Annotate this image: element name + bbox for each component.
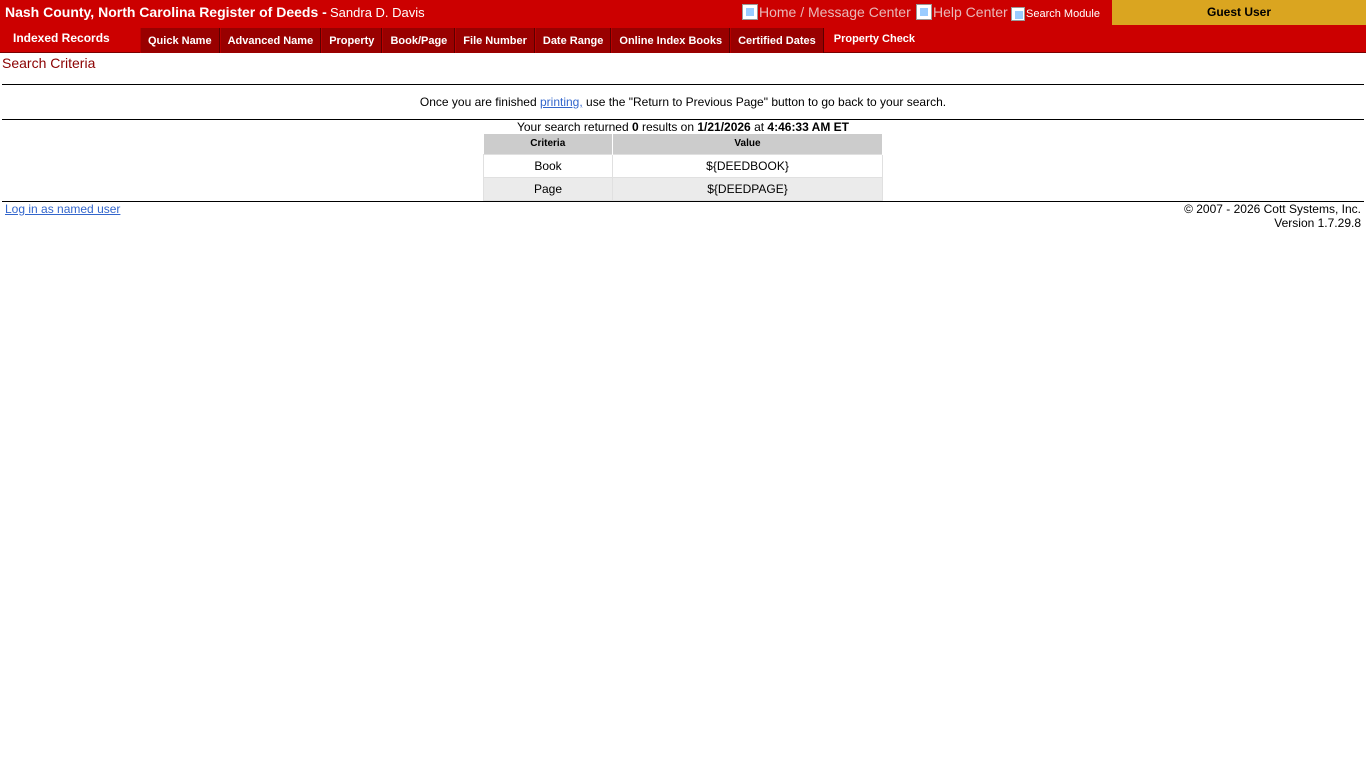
main-nav-bar: Indexed Records Quick Name Advanced Name… — [0, 25, 1366, 53]
nav-tabs: Quick Name Advanced Name Property Book/P… — [140, 28, 922, 53]
version-text: Version 1.7.29.8 — [1274, 216, 1361, 230]
help-icon — [916, 4, 932, 20]
notice-text-before: Once you are finished — [419, 95, 540, 109]
search-module-label: Search Module — [1026, 8, 1100, 20]
tab-file-number[interactable]: File Number — [455, 28, 535, 53]
help-center-label: Help Center — [933, 4, 1008, 20]
tab-advanced-name[interactable]: Advanced Name — [219, 28, 322, 53]
copyright-text: © 2007 - 2026 Cott Systems, Inc. — [1184, 202, 1361, 216]
nav-section-label: Indexed Records — [13, 31, 110, 45]
home-message-center-label: Home / Message Center — [759, 4, 911, 20]
value-cell: ${DEEDPAGE} — [612, 176, 883, 201]
results-summary: Your search returned 0 results on 1/21/2… — [0, 120, 1366, 134]
site-title: Nash County, North Carolina Register of … — [5, 4, 327, 20]
results-count: 0 — [631, 120, 639, 134]
results-date: 1/21/2026 — [697, 120, 751, 134]
tab-property-check[interactable]: Property Check — [824, 28, 922, 53]
table-row: Page ${DEEDPAGE} — [483, 176, 883, 201]
divider — [2, 84, 1364, 85]
guest-user-badge[interactable]: Guest User — [1112, 0, 1366, 25]
criteria-cell: Book — [483, 153, 613, 178]
help-center-link[interactable]: Help Center — [916, 4, 1008, 20]
search-module-icon — [1011, 7, 1025, 21]
page-title: Search Criteria — [2, 55, 96, 71]
search-criteria-table: Criteria Value Book ${DEEDBOOK} Page ${D… — [483, 134, 883, 201]
tab-book-page[interactable]: Book/Page — [382, 28, 456, 53]
value-cell: ${DEEDBOOK} — [612, 153, 883, 178]
login-named-user-link[interactable]: Log in as named user — [5, 202, 120, 216]
notice-text-after: use the "Return to Previous Page" button… — [582, 95, 947, 109]
column-header-value: Value — [612, 134, 883, 154]
column-header-criteria: Criteria — [483, 134, 613, 154]
top-header-bar: Nash County, North Carolina Register of … — [0, 0, 1366, 25]
divider — [2, 201, 1364, 202]
table-header-row: Criteria Value — [483, 134, 883, 154]
results-time: 4:46:33 AM ET — [767, 120, 850, 134]
home-message-center-link[interactable]: Home / Message Center — [742, 4, 911, 20]
printing-link[interactable]: printing, — [540, 95, 583, 109]
footer-info: © 2007 - 2026 Cott Systems, Inc. Version… — [1184, 202, 1361, 230]
results-at: at — [750, 120, 768, 134]
tab-quick-name[interactable]: Quick Name — [140, 28, 220, 53]
home-icon — [742, 4, 758, 20]
register-official-name: Sandra D. Davis — [330, 5, 425, 20]
tab-date-range[interactable]: Date Range — [534, 28, 612, 53]
tab-certified-dates[interactable]: Certified Dates — [730, 28, 824, 53]
table-row: Book ${DEEDBOOK} — [483, 153, 883, 178]
results-prefix: Your search returned — [516, 120, 632, 134]
results-mid: results on — [638, 120, 698, 134]
print-notice: Once you are finished printing, use the … — [0, 95, 1366, 109]
criteria-cell: Page — [483, 176, 613, 201]
tab-online-index-books[interactable]: Online Index Books — [611, 28, 731, 53]
tab-property[interactable]: Property — [321, 28, 383, 53]
search-module-link[interactable]: Search Module — [1011, 7, 1100, 21]
